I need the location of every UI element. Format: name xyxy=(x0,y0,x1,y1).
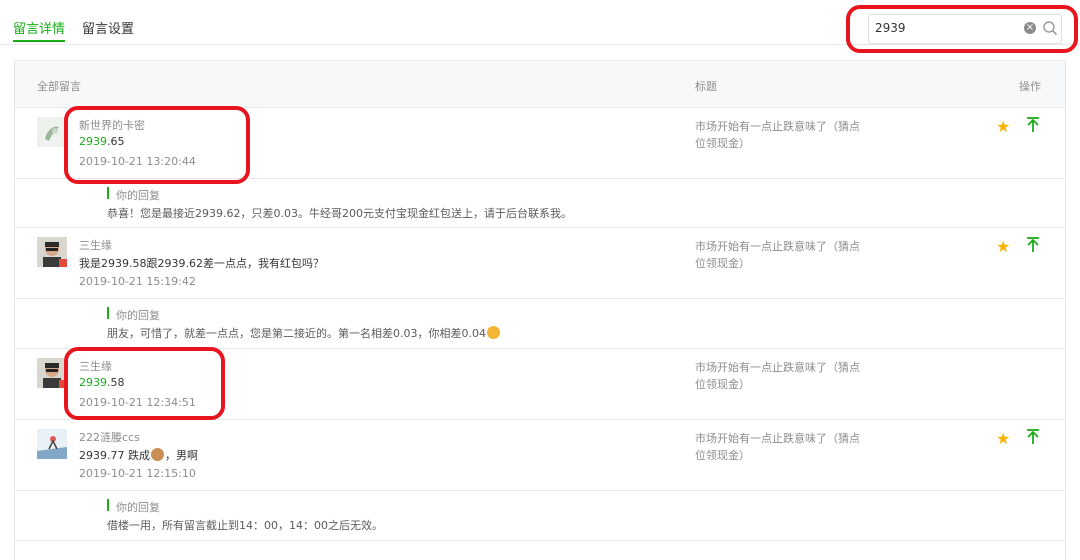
header-all-comments: 全部留言 xyxy=(37,80,81,93)
comment-content-part2: ，男啊 xyxy=(164,449,198,462)
reply-marker xyxy=(107,187,109,199)
star-icon[interactable]: ★ xyxy=(996,429,1010,448)
reply-text-body: 朋友，可惜了，就差一点点，您是第二接近的。第一名相差0.03，你相差0.04 xyxy=(107,327,486,340)
search-input[interactable] xyxy=(875,19,1015,37)
comment-table: 全部留言 标题 操作 新世界的卡密 2939.65 2019-10-21 13:… xyxy=(14,60,1066,560)
article-title[interactable]: 市场开始有一点止跌意味了（猜点位领现金） xyxy=(695,238,865,272)
dog-emoji-icon xyxy=(150,448,164,461)
pin-to-top-icon[interactable] xyxy=(1023,235,1043,255)
comment-time: 2019-10-21 12:34:51 xyxy=(79,396,196,409)
avatar xyxy=(37,358,67,388)
avatar xyxy=(37,117,67,147)
comment-content: 2939.65 xyxy=(79,135,125,148)
search-highlight: 2939 xyxy=(79,135,107,148)
pin-to-top-icon[interactable] xyxy=(1023,115,1043,135)
article-title[interactable]: 市场开始有一点止跌意味了（猜点位领现金） xyxy=(695,430,865,464)
comment-time: 2019-10-21 12:15:10 xyxy=(79,467,196,480)
reply-label: 你的回复 xyxy=(116,309,160,322)
search-icon[interactable] xyxy=(1042,20,1058,36)
comment-content: 2939.77 跌成 ，男啊 xyxy=(79,447,198,463)
article-title[interactable]: 市场开始有一点止跌意味了（猜点位领现金） xyxy=(695,118,865,152)
tab-comment-details[interactable]: 留言详情 xyxy=(13,18,66,42)
tab-comment-settings[interactable]: 留言设置 xyxy=(82,18,134,37)
reply-label: 你的回复 xyxy=(116,189,160,202)
comment-content-rest: .58 xyxy=(107,376,125,389)
comment-row: 222涟媵ccs 2939.77 跌成 ，男啊 2019-10-21 12:15:… xyxy=(15,420,1065,491)
reply-text: 恭喜！您是最接近2939.62，只差0.03。牛经哥200元支付宝现金红包送上，… xyxy=(107,207,572,220)
clear-icon[interactable]: × xyxy=(1024,22,1036,34)
search-box: × xyxy=(868,14,1062,44)
reply-text: 借楼一用，所有留言截止到14：00，14：00之后无效。 xyxy=(107,519,383,532)
comment-username: 新世界的卡密 xyxy=(79,119,145,132)
comment-time: 2019-10-21 13:20:44 xyxy=(79,155,196,168)
comment-username: 三生缘 xyxy=(79,360,112,373)
avatar xyxy=(37,237,67,267)
search-highlight: 2939 xyxy=(79,376,107,389)
comment-content-part1: 2939.77 跌成 xyxy=(79,449,150,462)
reply-row: 你的回复 恭喜！您是最接近2939.62，只差0.03。牛经哥200元支付宝现金… xyxy=(15,179,1065,228)
reply-marker xyxy=(107,499,109,511)
comment-content: 2939.58 xyxy=(79,376,125,389)
header-title: 标题 xyxy=(695,80,717,93)
reply-row: 你的回复 借楼一用，所有留言截止到14：00，14：00之后无效。 xyxy=(15,491,1065,541)
star-icon[interactable]: ★ xyxy=(996,117,1010,136)
comment-row: 三生缘 我是2939.58跟2939.62差一点点，我有红包吗？ 2019-10… xyxy=(15,228,1065,299)
comment-content: 我是2939.58跟2939.62差一点点，我有红包吗？ xyxy=(79,257,324,270)
reply-label: 你的回复 xyxy=(116,501,160,514)
pin-to-top-icon[interactable] xyxy=(1023,427,1043,447)
table-header: 全部留言 标题 操作 xyxy=(15,61,1065,108)
reply-text: 朋友，可惜了，就差一点点，您是第二接近的。第一名相差0.03，你相差0.04 xyxy=(107,325,501,341)
comment-time: 2019-10-21 15:19:42 xyxy=(79,275,196,288)
comment-content-rest: .65 xyxy=(107,135,125,148)
comment-username: 三生缘 xyxy=(79,239,112,252)
star-icon[interactable]: ★ xyxy=(996,237,1010,256)
reply-marker xyxy=(107,307,109,319)
comment-row: 新世界的卡密 2939.65 2019-10-21 13:20:44 市场开始有… xyxy=(15,108,1065,179)
emoji-icon xyxy=(486,326,500,339)
article-title[interactable]: 市场开始有一点止跌意味了（猜点位领现金） xyxy=(695,359,865,393)
reply-row: 你的回复 朋友，可惜了，就差一点点，您是第二接近的。第一名相差0.03，你相差0… xyxy=(15,299,1065,349)
avatar xyxy=(37,429,67,459)
header-actions: 操作 xyxy=(1019,80,1041,93)
comment-username: 222涟媵ccs xyxy=(79,431,140,444)
comment-row: 三生缘 2939.58 2019-10-21 12:34:51 市场开始有一点止… xyxy=(15,349,1065,420)
